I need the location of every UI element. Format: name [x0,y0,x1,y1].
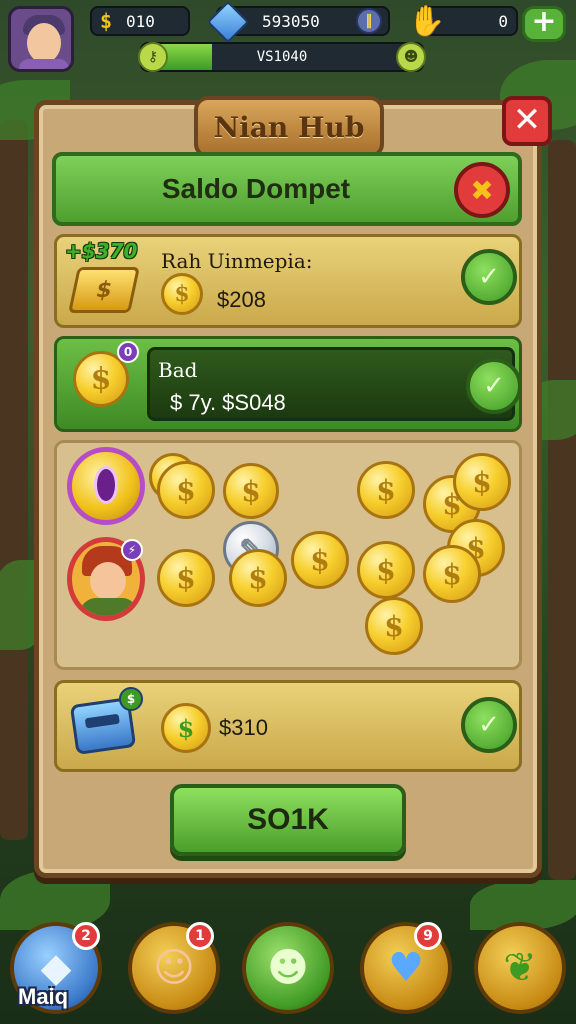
row-title: Rah Uinmepia: [161,249,313,273]
coin-icon: $ [161,703,211,753]
tree-trunk [548,140,576,880]
gold-coin[interactable]: $ [223,463,279,519]
boost-icon: ∥ [356,8,382,34]
panel-title: Nian Hub [194,96,384,158]
nav-badge: 1 [186,922,214,950]
balance-box: Bad $ 7y. $S048 ✓ [147,347,522,421]
nav-label: Maiq [18,984,69,1009]
coins-value: 010 [126,11,155,31]
gold-coin[interactable]: $ [229,549,287,607]
gold-coin[interactable]: $ [365,597,423,655]
leaf-icon: ❦ [503,945,537,991]
ring-icon [67,447,145,525]
energy-counter[interactable]: ✋ 0 [408,4,518,39]
gold-coin[interactable]: $ [357,461,415,519]
add-currency-button[interactable]: + [522,6,566,42]
bonus-tag: +$370 [65,239,138,263]
xp-progress-bar: VS1040 [140,42,424,72]
skull-icon: ☻ [396,42,426,72]
claim-button[interactable]: ✓ [461,697,517,753]
coins-counter[interactable]: $ 010 [90,6,190,36]
wallet-header-label: Saldo Dompet [161,173,351,204]
row-title: Bad [158,358,198,382]
gems-counter[interactable]: 593050 ∥ [206,0,390,44]
nav-badge: 9 [414,922,442,950]
gold-coin[interactable]: $ [357,541,415,599]
tree-trunk [0,120,28,840]
coin-icon: $ [161,273,203,315]
nav-friends-button[interactable]: ☻ [242,922,334,1014]
confirm-button[interactable]: SO1K [170,784,406,856]
dollar-icon: $ [100,9,113,33]
gem-icon [206,0,250,44]
wallet-row-3: $ $ $310 ✓ [54,680,522,772]
player-avatar[interactable] [8,6,74,72]
gems-value: 593050 [262,11,320,31]
row-amount: $ 7y. $S048 [170,390,286,415]
claim-button[interactable]: ✓ [461,249,517,305]
gold-coin[interactable]: $ [157,461,215,519]
xp-text: VS1040 [256,49,308,65]
character-badge: ⚡ [121,539,143,561]
claim-button[interactable]: ✓ [466,358,522,414]
leaf-decoration [0,870,110,930]
avatar-face [27,23,61,63]
notification-badge: 0 [117,341,139,363]
row-amount: $208 [217,287,266,312]
gold-coin[interactable]: $ [423,545,481,603]
energy-value: 0 [498,11,508,31]
machine-badge: $ [119,687,143,711]
avatar-body [19,59,69,69]
wallet-row-1: +$370 $ Rah Uinmepia: $ $208 ✓ [54,234,522,328]
wallet-row-2: $ 0 Bad $ 7y. $S048 ✓ [54,336,522,432]
nav-inventory-button[interactable]: ❦ [474,922,566,1014]
top-resource-bar: $ 010 593050 ∥ ✋ 0 + VS1040 ⚷ ☻ [0,0,576,80]
gold-coin[interactable]: $ [291,531,349,589]
gold-bar-icon: $ [68,267,140,313]
gold-coin[interactable]: $ [157,549,215,607]
row-amount: $310 [219,715,268,740]
cancel-button[interactable]: ✖ [454,162,510,218]
key-icon: ⚷ [138,42,168,72]
hand-icon: ✋ [408,4,446,39]
wallet-header: Saldo Dompet ✖ [52,152,522,226]
coin-collection-area: ⚡ $ $ $ ✎ $ $ $ $ $ $ $ $ $ $ [54,440,522,670]
gold-coin[interactable]: $ [453,453,511,511]
close-button[interactable]: ✕ [502,96,552,146]
nav-badge: 2 [72,922,100,950]
friend-icon: ☻ [267,945,309,991]
